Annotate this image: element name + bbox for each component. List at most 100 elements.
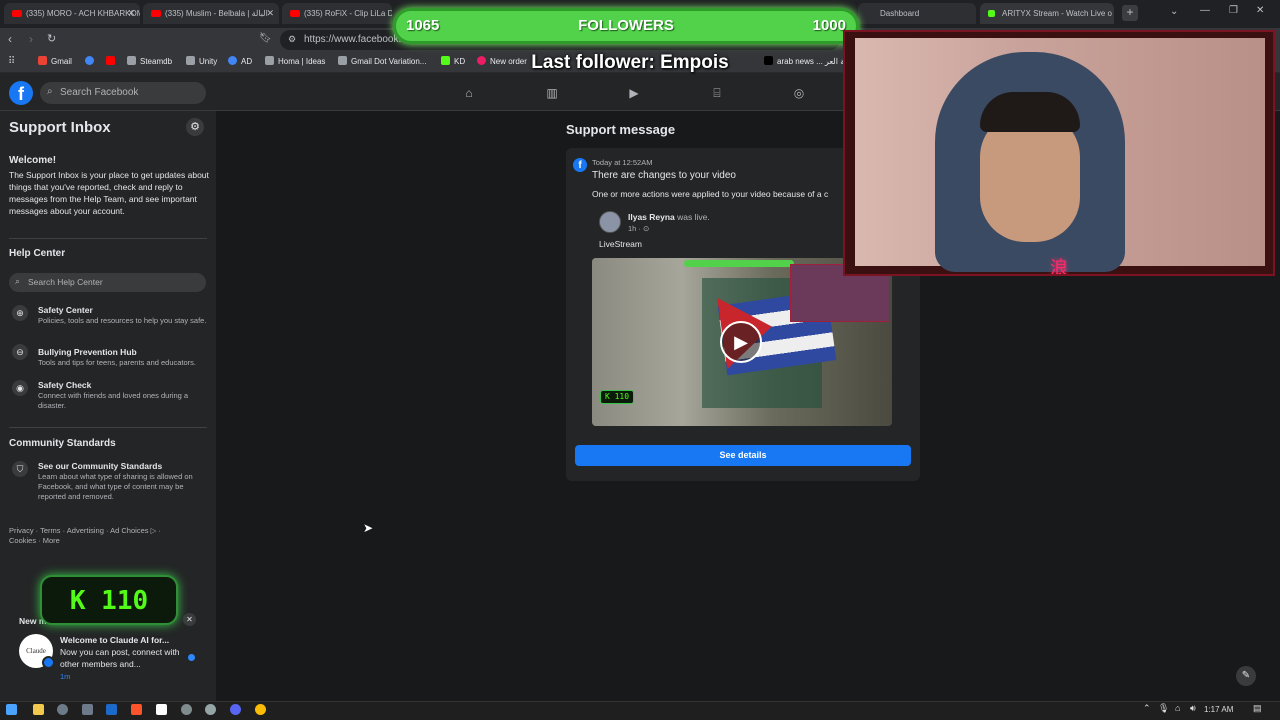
gmail-icon xyxy=(38,56,47,65)
play-icon[interactable]: ▶︎ xyxy=(720,321,762,363)
kick-icon: K xyxy=(69,586,102,616)
post-author[interactable]: Ilyas Reyna xyxy=(628,212,675,222)
home-icon[interactable]: ⌂ xyxy=(462,86,476,100)
avatar[interactable] xyxy=(599,211,621,233)
chevron-down-icon[interactable]: ⌄ xyxy=(1170,6,1178,17)
community-standards-link[interactable]: ⛉ See our Community Standards Learn abou… xyxy=(9,460,209,505)
facebook-logo[interactable]: f xyxy=(9,81,33,105)
compose-icon[interactable]: ✎ xyxy=(1236,666,1256,686)
help-item-safety-center[interactable]: ⊕ Safety Center Policies, tools and reso… xyxy=(9,304,209,340)
notification-body: Now you can post, connect with other mem… xyxy=(60,647,180,669)
steam-icon[interactable] xyxy=(106,704,117,715)
close-icon[interactable]: ✕ xyxy=(127,8,135,19)
facebook-search-input[interactable]: ⌕ Search Facebook xyxy=(40,82,206,104)
close-icon[interactable]: ✕ xyxy=(183,613,196,626)
tab-label: Dashboard xyxy=(880,9,920,18)
post-caption: LiveStream xyxy=(599,239,642,249)
network-icon[interactable]: ⌂ xyxy=(1175,703,1180,713)
browser-tab-active[interactable]: ARITYX Stream - Watch Live o xyxy=(980,3,1114,24)
discord-icon[interactable] xyxy=(230,704,241,715)
site-info-icon[interactable]: ⚙︎ xyxy=(288,34,296,45)
close-window-icon[interactable]: ✕ xyxy=(1256,5,1264,16)
windows-taskbar xyxy=(0,701,1280,720)
bookmark-youtube[interactable] xyxy=(106,56,119,66)
microphone-icon[interactable]: 🎙︎ xyxy=(1158,703,1169,714)
bookmark-icon[interactable]: 🔖︎ xyxy=(259,33,272,44)
bookmark-ad[interactable]: AD xyxy=(228,56,252,66)
post-time: 1h · ⊙ xyxy=(628,224,650,233)
footer-links[interactable]: Privacy · Terms · Advertising · Ad Choic… xyxy=(9,526,179,546)
help-item-title: Bullying Prevention Hub xyxy=(38,347,137,357)
chrome-icon[interactable] xyxy=(255,704,266,715)
kanji-decoration: 浪 xyxy=(1050,258,1068,276)
kick-icon xyxy=(988,10,995,17)
clock[interactable]: 1:17 AM xyxy=(1204,705,1233,714)
reload-icon[interactable]: ↻ xyxy=(47,32,56,45)
bookmark-google[interactable] xyxy=(85,56,98,66)
see-details-button[interactable]: See details xyxy=(575,445,911,466)
youtube-icon xyxy=(106,56,115,65)
stats-icon[interactable]: ▥ xyxy=(545,86,559,100)
settings-icon[interactable] xyxy=(82,704,93,715)
browser-tab[interactable]: (335) RoFiX - Clip LiLa Do xyxy=(282,3,392,24)
help-item-title: Safety Check xyxy=(38,380,92,390)
settings-gear-icon[interactable]: ⚙︎ xyxy=(186,118,204,136)
notification-time: 1m xyxy=(60,672,71,681)
bookmark-homa[interactable]: Homa | Ideas xyxy=(265,56,325,66)
community-standards-title: Community Standards xyxy=(9,438,116,449)
browser-tab[interactable]: (335) MORO - ACH KHBARKOM ✕ xyxy=(4,3,140,24)
new-tab-button[interactable]: + xyxy=(1122,5,1138,21)
youtube-icon xyxy=(12,10,22,17)
community-item-desc: Learn about what type of sharing is allo… xyxy=(38,472,193,501)
file-explorer-icon[interactable] xyxy=(33,704,44,715)
app-icon[interactable] xyxy=(181,704,192,715)
notification-center-icon[interactable]: ▤ xyxy=(1253,703,1262,714)
groups-icon[interactable]: ◎ xyxy=(792,86,806,100)
apps-grid-icon[interactable]: ⠿ xyxy=(8,56,15,67)
divider xyxy=(9,238,207,239)
marketplace-icon[interactable]: ⌸ xyxy=(710,86,724,100)
steamdb-icon xyxy=(127,56,136,65)
help-search-input[interactable]: ⌕ Search Help Center xyxy=(9,273,206,292)
help-item-bullying[interactable]: ⊖ Bullying Prevention Hub Tools and tips… xyxy=(9,344,209,370)
close-icon[interactable]: ✕ xyxy=(266,8,274,19)
url-text: https://www.facebook.c xyxy=(304,34,407,45)
bookmark-unity[interactable]: Unity xyxy=(186,56,217,66)
windows-start-icon[interactable] xyxy=(6,704,17,715)
maximize-icon[interactable]: ❐ xyxy=(1229,5,1238,16)
unity-icon xyxy=(186,56,195,65)
tray-chevron-icon[interactable]: ⌃ xyxy=(1143,703,1151,714)
tab-label: (335) RoFiX - Clip LiLa Do xyxy=(304,9,392,18)
tab-label: ARITYX Stream - Watch Live o xyxy=(1002,9,1112,18)
post-action: was live. xyxy=(677,212,710,222)
post-header: Ilyas Reyna was live. xyxy=(628,212,710,222)
browser-tab[interactable]: (335) Muslim - Belbala | البالة ✕ xyxy=(143,3,279,24)
help-item-safety-check[interactable]: ◉ Safety Check Connect with friends and … xyxy=(9,379,209,411)
facebook-icon: f xyxy=(573,158,587,172)
sidebar-title: Support Inbox xyxy=(9,119,111,136)
message-title: There are changes to your video xyxy=(592,170,736,181)
youtube-icon xyxy=(290,10,300,17)
video-icon[interactable]: ▶︎ xyxy=(627,86,641,100)
help-item-desc: Policies, tools and resources to help yo… xyxy=(38,316,207,325)
forward-icon[interactable]: › xyxy=(29,32,33,46)
browser-tab[interactable]: Dashboard xyxy=(858,3,976,24)
back-icon[interactable]: ‹ xyxy=(8,32,12,46)
tab-label: (335) Muslim - Belbala | البالة xyxy=(165,9,268,18)
volume-icon[interactable]: 🔊︎ xyxy=(1190,703,1196,714)
app-icon[interactable] xyxy=(57,704,68,715)
bookmark-gmail-dot[interactable]: Gmail Dot Variation... xyxy=(338,56,426,66)
welcome-text: The Support Inbox is your place to get u… xyxy=(9,170,209,216)
app-icon[interactable] xyxy=(205,704,216,715)
brave-icon[interactable] xyxy=(131,704,142,715)
followers-goal-bar: 1065 FOLLOWERS 1000 xyxy=(393,8,859,44)
bookmark-gmail[interactable]: Gmail xyxy=(38,56,72,66)
app-icon[interactable] xyxy=(156,704,167,715)
unread-dot-icon xyxy=(188,654,195,661)
video-thumbnail[interactable]: ▶︎ K 110 xyxy=(592,258,892,426)
target-icon: ◉ xyxy=(12,380,28,396)
notification-title: Welcome to Claude AI for... xyxy=(60,635,170,645)
bookmark-steamdb[interactable]: Steamdb xyxy=(127,56,172,66)
ad-icon xyxy=(228,56,237,65)
minimize-icon[interactable]: — xyxy=(1200,5,1210,16)
